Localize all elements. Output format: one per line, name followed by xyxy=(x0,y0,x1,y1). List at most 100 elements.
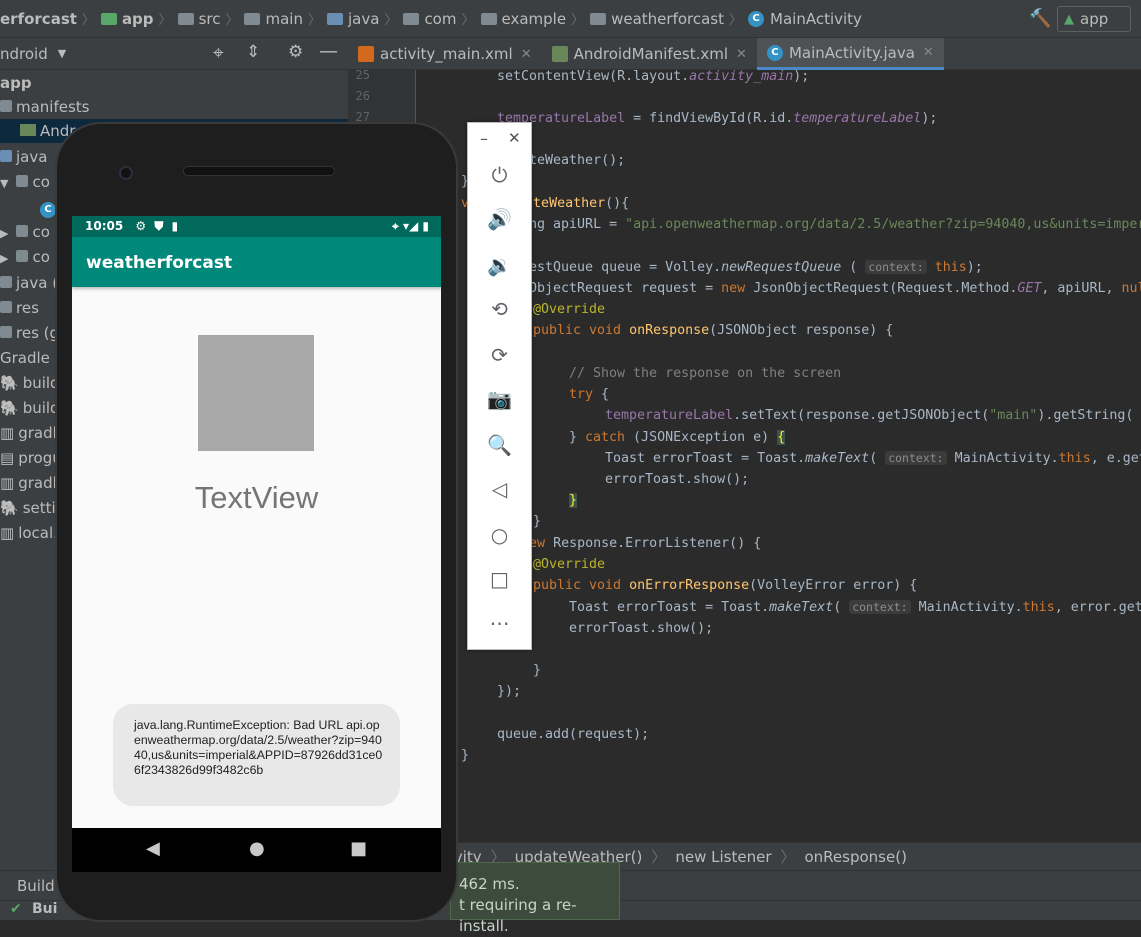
breadcrumb-weatherforcast[interactable]: weatherforcast 〉 xyxy=(590,0,748,37)
code-line: @Override xyxy=(533,302,606,317)
run-configuration-label: app xyxy=(1080,10,1109,28)
zoom-icon[interactable]: 🔍 xyxy=(468,433,531,457)
breadcrumb-label: weatherforcast xyxy=(611,9,724,28)
code-line: setContentView(R.layout.activity_main); xyxy=(497,70,810,84)
speaker-grille xyxy=(183,166,335,176)
minimize-icon[interactable]: — xyxy=(319,40,338,62)
tab-android-manifest[interactable]: AndroidManifest.xml ✕ xyxy=(542,38,757,70)
tree-item-label: manifests xyxy=(16,98,90,116)
volume-down-icon[interactable]: 🔉 xyxy=(468,253,531,277)
overview-icon[interactable]: ■ xyxy=(350,838,367,859)
tree-item[interactable]: ▤ progu xyxy=(0,446,62,470)
breadcrumb-com[interactable]: com 〉 xyxy=(403,0,480,37)
project-panel-header: ndroid ▼ ⌖ ⇕ ⚙ — xyxy=(0,38,348,70)
rotate-left-icon[interactable]: ⟲ xyxy=(468,297,531,321)
manifest-icon xyxy=(20,124,36,136)
code-line: errorToast.show(); xyxy=(605,472,750,487)
code-breadcrumb-item[interactable]: onResponse() xyxy=(805,848,907,866)
tree-item[interactable]: ▼ co xyxy=(0,170,50,194)
code-line: } catch (JSONException e) { xyxy=(569,430,786,445)
breadcrumb-example[interactable]: example 〉 xyxy=(480,0,591,37)
code-line: } xyxy=(461,748,470,763)
android-status-bar: 10:05 ⚙ ⛊ ▮ ⌖ ▾◢ ▮ xyxy=(72,216,441,237)
source-folder-icon xyxy=(326,12,343,25)
emulator-screen[interactable]: 10:05 ⚙ ⛊ ▮ ⌖ ▾◢ ▮ weatherforcast TextVi… xyxy=(72,216,441,828)
folder-icon xyxy=(0,326,12,338)
module-folder-icon xyxy=(100,12,117,25)
chevron-right-icon: 〉 xyxy=(384,13,398,28)
package-icon xyxy=(403,12,420,25)
notification-line: t requiring a re-install. xyxy=(459,896,577,935)
build-status[interactable]: Bui xyxy=(32,901,57,917)
home-icon[interactable]: ● xyxy=(249,838,265,859)
code-line: errorToast.show(); xyxy=(569,621,714,636)
folder-icon xyxy=(0,301,12,313)
tree-item[interactable]: java ( xyxy=(0,271,58,295)
build-notification[interactable]: 462 ms. t requiring a re-install. xyxy=(450,862,620,935)
chevron-right-icon: 〉 xyxy=(461,13,475,28)
breadcrumb-main[interactable]: main 〉 xyxy=(244,0,327,37)
package-icon xyxy=(16,250,29,262)
close-icon[interactable]: ✕ xyxy=(736,47,747,62)
tree-item[interactable]: res (g xyxy=(0,321,59,345)
breadcrumb-mainactivity[interactable]: C MainActivity xyxy=(748,0,862,37)
tree-item[interactable]: java xyxy=(0,145,47,169)
tree-item-label: java xyxy=(16,148,48,166)
tree-item[interactable]: ▶ co xyxy=(0,220,50,244)
collapse-all-icon[interactable]: ⇕ xyxy=(246,42,260,62)
chevron-right-icon: ▶ xyxy=(0,227,9,240)
breadcrumb-java[interactable]: java 〉 xyxy=(326,0,403,37)
project-view-select[interactable]: ndroid xyxy=(0,45,48,63)
android-nav-bar: ◀ ● ■ xyxy=(72,828,441,872)
tree-item-label: co xyxy=(32,223,50,241)
check-icon: ✔ xyxy=(10,901,22,917)
gradle-icon: 🐘 xyxy=(0,499,19,517)
back-icon[interactable]: ◁ xyxy=(468,477,531,501)
breadcrumb-label: main xyxy=(265,9,303,28)
breadcrumb-label: example xyxy=(501,9,567,28)
code-line: try { xyxy=(569,387,610,402)
run-configuration-select[interactable]: ▲ app xyxy=(1057,6,1131,32)
overview-icon[interactable]: □ xyxy=(468,567,531,591)
code-line: } xyxy=(533,514,542,529)
close-icon[interactable]: ✕ xyxy=(923,45,934,60)
hammer-icon[interactable]: 🔨 xyxy=(1029,9,1051,29)
crosshair-icon[interactable]: ⌖ xyxy=(213,42,224,64)
gear-icon[interactable]: ⚙ xyxy=(288,42,303,62)
tree-item[interactable]: manifests xyxy=(0,95,90,119)
tree-item[interactable]: app xyxy=(0,71,32,95)
tree-item[interactable]: ▶ co xyxy=(0,245,50,269)
xml-file-icon xyxy=(358,46,374,62)
folder-icon xyxy=(244,12,261,25)
code-breadcrumb-item[interactable]: new Listener xyxy=(675,848,771,866)
gradle-icon: 🐘 xyxy=(0,374,19,392)
tab-activity-main[interactable]: activity_main.xml ✕ xyxy=(348,38,542,70)
tab-main-activity[interactable]: C MainActivity.java ✕ xyxy=(756,38,944,70)
rotate-right-icon[interactable]: ⟳ xyxy=(468,343,531,367)
code-line: JsonObjectRequest request = new JsonObje… xyxy=(497,281,1141,296)
chevron-right-icon: 〉 xyxy=(571,13,585,28)
tab-label: MainActivity.java xyxy=(788,43,915,62)
more-icon[interactable]: ⋯ xyxy=(468,611,531,635)
breadcrumb-project[interactable]: erforcast 〉 xyxy=(0,0,101,37)
file-icon: ▤ xyxy=(0,449,15,467)
home-icon[interactable]: ○ xyxy=(468,523,531,547)
tree-item[interactable]: res xyxy=(0,296,39,320)
power-icon[interactable]: ⏻ xyxy=(468,163,531,187)
close-icon[interactable]: ✕ xyxy=(521,47,532,62)
chevron-right-icon: ▶ xyxy=(0,252,9,265)
volume-up-icon[interactable]: 🔊 xyxy=(468,207,531,231)
gradle-icon: 🐘 xyxy=(0,399,19,417)
breadcrumb-src[interactable]: src 〉 xyxy=(177,0,245,37)
chevron-right-icon: 〉 xyxy=(307,13,321,28)
minimize-icon[interactable]: – xyxy=(480,129,488,148)
close-icon[interactable]: ✕ xyxy=(508,129,521,147)
build-tab[interactable]: Build xyxy=(17,877,55,895)
code-line: temperatureLabel.setText(response.getJSO… xyxy=(605,408,1141,423)
chevron-down-icon[interactable]: ▼ xyxy=(58,47,66,60)
package-icon xyxy=(590,12,607,25)
app-bar: weatherforcast xyxy=(72,237,441,287)
back-icon[interactable]: ◀ xyxy=(146,838,160,859)
camera-icon[interactable]: 📷 xyxy=(468,387,531,411)
breadcrumb-app[interactable]: app 〉 xyxy=(100,0,178,37)
